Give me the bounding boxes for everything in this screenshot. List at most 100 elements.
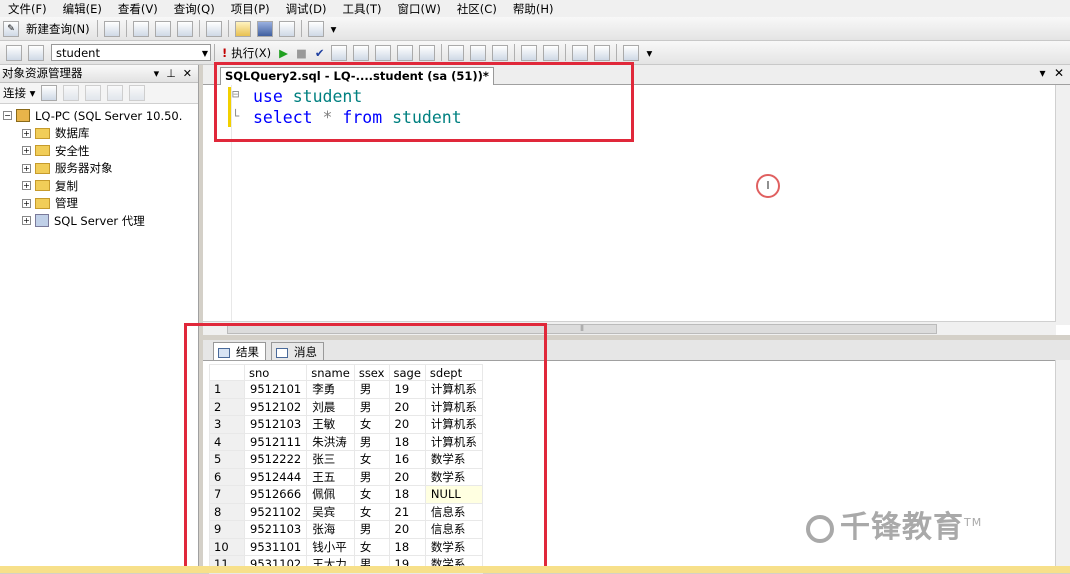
toolbar-separator (214, 44, 215, 61)
decrease-indent-icon[interactable] (572, 44, 589, 61)
results-to-grid-icon[interactable] (397, 44, 414, 61)
uncomment-lines-icon[interactable] (543, 44, 560, 61)
menu-item[interactable]: 社区(C) (449, 1, 505, 17)
refresh-icon[interactable] (129, 85, 146, 101)
expand-icon[interactable]: + (22, 216, 31, 226)
document-list-icon[interactable]: ▾ (1040, 66, 1046, 80)
tree-node-agent[interactable]: + SQL Server 代理 (0, 212, 198, 230)
database-select-value: student (56, 46, 100, 60)
tree-node-folder[interactable]: + 管理 (0, 195, 198, 213)
analysis-query-icon[interactable] (132, 20, 149, 37)
toolbar-separator (198, 20, 200, 37)
new-query-button[interactable]: 新建查询(N) (26, 21, 90, 37)
sql-agent-icon (35, 214, 49, 228)
show-results-pane-icon[interactable] (492, 44, 509, 61)
query-designer-icon[interactable] (353, 44, 370, 61)
menu-item[interactable]: 项目(P) (223, 1, 278, 17)
results-to-file-icon[interactable] (419, 44, 436, 61)
menu-item[interactable]: 帮助(H) (505, 1, 562, 17)
mdx-query-icon[interactable] (154, 20, 171, 37)
increase-indent-icon[interactable] (594, 44, 611, 61)
folder-icon (35, 127, 50, 139)
object-explorer-tree: − LQ-PC (SQL Server 10.50. + 数据库 + 安全性 + 服务器对… (0, 104, 198, 230)
tree-node-label: 安全性 (55, 143, 90, 158)
save-icon[interactable] (256, 20, 273, 37)
parse-icon[interactable]: ✔ (315, 46, 325, 60)
pin-icon[interactable]: ⊥ (166, 67, 176, 80)
menu-bar: 文件(F) 编辑(E) 查看(V) 查询(Q) 项目(P) 调试(D) 工具(T) 窗口(W)… (0, 0, 1070, 17)
server-icon (16, 109, 30, 123)
connect-icon[interactable] (6, 44, 22, 61)
menu-item[interactable]: 工具(T) (334, 1, 389, 17)
editor-vertical-scrollbar[interactable] (1055, 85, 1070, 325)
tree-node-folder[interactable]: + 安全性 (0, 142, 198, 160)
collapse-icon[interactable]: − (3, 111, 12, 121)
filter-icon[interactable] (107, 85, 124, 101)
close-icon[interactable]: ✕ (183, 67, 192, 80)
connect-dropdown[interactable]: 连接 ▾ (3, 85, 35, 101)
menu-item[interactable]: 查询(Q) (166, 1, 223, 17)
change-connection-icon[interactable] (28, 44, 44, 61)
menu-item[interactable]: 窗口(W) (389, 1, 448, 17)
toolbar-overflow-icon[interactable]: ▾ (646, 46, 652, 60)
comment-lines-icon[interactable] (521, 44, 538, 61)
panel-controls: ▾ ⊥ ✕ (154, 65, 192, 82)
expand-icon[interactable]: + (22, 163, 31, 173)
specify-template-values-icon[interactable] (623, 44, 640, 61)
expand-icon[interactable]: + (22, 181, 31, 191)
mouse-cursor-icon: I (756, 174, 780, 198)
chevron-down-icon: ▼ (201, 49, 208, 58)
document-window-controls: ▾ ✕ (1040, 66, 1064, 80)
toolbar-separator (565, 44, 567, 61)
tree-node-folder[interactable]: + 复制 (0, 177, 198, 195)
stop-icon[interactable] (85, 85, 102, 101)
tree-node-label: 数据库 (55, 126, 90, 141)
expand-icon[interactable]: + (22, 146, 31, 156)
toolbar-separator (441, 44, 443, 61)
toolbar-separator (125, 20, 127, 37)
debug-icon[interactable]: ▶ (279, 46, 288, 60)
expand-icon[interactable]: + (22, 128, 31, 138)
watermark-tm: TM (964, 516, 983, 529)
watermark-logo-icon (806, 514, 834, 543)
client-statistics-icon[interactable] (470, 44, 487, 61)
menu-item[interactable]: 编辑(E) (55, 1, 110, 17)
close-document-icon[interactable]: ✕ (1054, 66, 1064, 80)
xmla-query-icon[interactable] (176, 20, 193, 37)
activity-monitor-icon[interactable] (307, 20, 324, 37)
agent-node-label: SQL Server 代理 (54, 213, 145, 228)
results-to-text-icon[interactable] (375, 44, 392, 61)
object-explorer-title: 对象资源管理器 (2, 66, 83, 80)
open-file-icon[interactable] (234, 20, 251, 37)
database-engine-query-icon[interactable] (103, 20, 120, 37)
tree-node-folder[interactable]: + 服务器对象 (0, 160, 198, 178)
menu-item[interactable]: 文件(F) (0, 1, 55, 17)
execute-icon: ! (222, 45, 228, 60)
connect-label: 连接 (3, 86, 26, 100)
watermark: 千锋教育TM (806, 502, 982, 546)
database-select[interactable]: student ▼ (51, 44, 211, 61)
toolbar-separator (616, 44, 618, 61)
include-plan-icon[interactable] (448, 44, 465, 61)
menu-item[interactable]: 调试(D) (278, 1, 335, 17)
panel-dropdown-icon[interactable]: ▾ (154, 67, 160, 80)
toolbar-overflow-icon[interactable]: ▾ (331, 22, 337, 36)
connect-object-explorer-icon[interactable] (41, 85, 58, 101)
results-vertical-scrollbar[interactable] (1055, 360, 1070, 573)
object-explorer-title-bar: 对象资源管理器 ▾ ⊥ ✕ (0, 65, 198, 83)
menu-item[interactable]: 查看(V) (110, 1, 166, 17)
print-icon[interactable] (278, 20, 295, 37)
folder-icon (35, 162, 50, 174)
tree-node-server[interactable]: − LQ-PC (SQL Server 10.50. (0, 107, 198, 125)
status-strip (0, 566, 1070, 573)
display-estimated-plan-icon[interactable] (331, 44, 348, 61)
object-explorer-panel: 对象资源管理器 ▾ ⊥ ✕ 连接 ▾ − LQ-PC (SQL Server 1… (0, 65, 199, 573)
expand-icon[interactable]: + (22, 198, 31, 208)
tree-node-folder[interactable]: + 数据库 (0, 125, 198, 143)
cancel-query-icon[interactable]: ■ (296, 46, 307, 60)
execute-button[interactable]: 执行(X) (231, 45, 271, 61)
new-query-icon[interactable]: ✎ (3, 20, 19, 37)
tree-node-label: 复制 (55, 178, 78, 193)
disconnect-icon[interactable] (63, 85, 80, 101)
compact-query-icon[interactable] (205, 20, 222, 37)
